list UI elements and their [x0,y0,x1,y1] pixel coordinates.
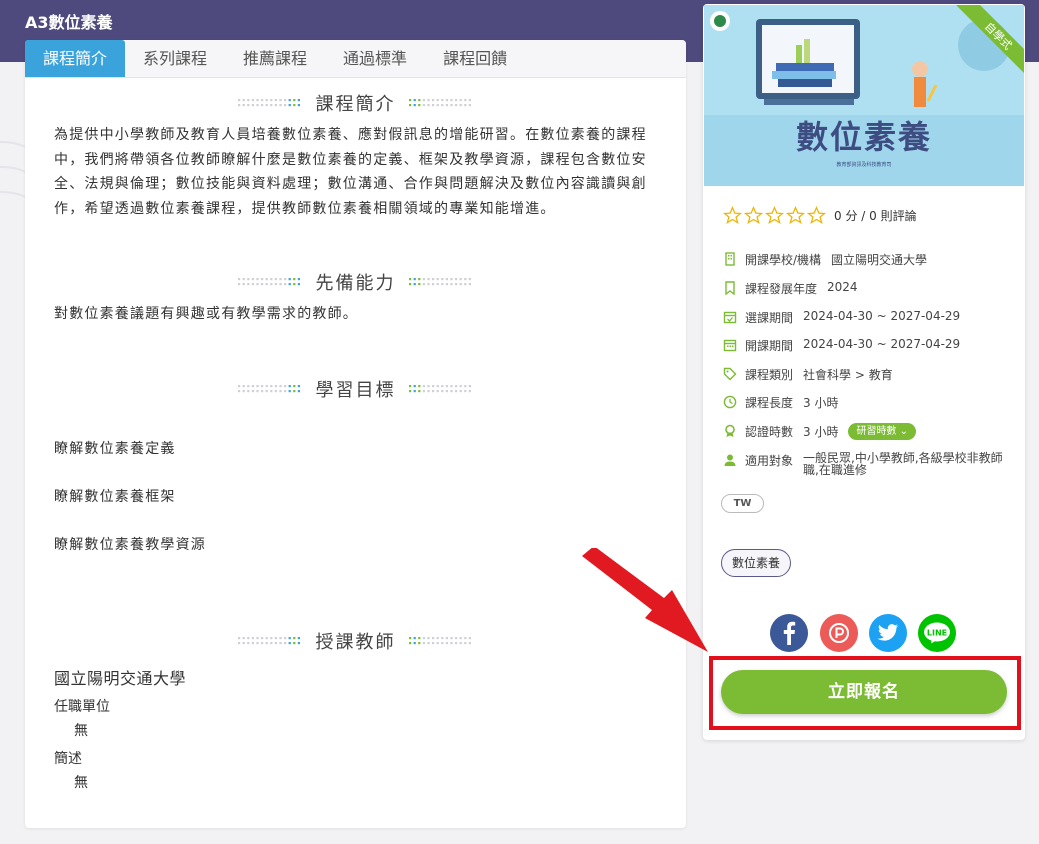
dots-right-icon [408,278,471,286]
pointer-arrow-icon [582,548,708,652]
banner-title: 數位素養 [796,118,932,156]
star-empty-icon[interactable] [765,206,784,225]
tag-icon [723,367,737,381]
info-institution: 開課學校/機構 國立陽明交通大學 [723,251,927,268]
info-value: 2024-04-30 ~ 2027-04-29 [803,309,961,323]
clock-icon [723,395,737,409]
enroll-highlight-box: 立即報名 [709,656,1021,730]
rating-stars: 0 分 / 0 則評論 [723,206,917,225]
instructor-name: 國立陽明交通大學 [54,669,187,688]
star-empty-icon[interactable] [807,206,826,225]
course-tag-pill[interactable]: 數位素養 [721,549,792,577]
plurk-icon[interactable] [820,614,858,652]
line-logo-text: LINE [927,629,947,638]
info-key: 開課期間 [745,339,794,353]
bookmark-icon [725,281,735,295]
course-summary-card: 數位素養 教育部資訊及科技教育司 自學式 0 分 / 0 則評論 開課學校/機構… [703,4,1025,740]
chevron-down-icon: ⌄ [899,426,909,437]
calendar-icon [723,339,737,352]
info-audience: 適用對象 一般民眾,中小學教師,各級學校非教師職,在職進修 [723,452,1013,476]
badge-label: 研習時數 [856,426,897,437]
tab-series[interactable]: 系列課程 [125,40,225,77]
calendar-check-icon [723,311,737,324]
user-icon [724,454,736,466]
info-value: 2024-04-30 ~ 2027-04-29 [803,337,961,351]
info-value: 一般民眾,中小學教師,各級學校非教師職,在職進修 [803,451,1003,477]
prereq-text: 對數位素養議題有興趣或有教學需求的教師。 [54,306,358,322]
line-icon[interactable]: LINE [918,614,956,652]
dots-left-icon [238,385,301,393]
banner-subtitle: 教育部資訊及科技教育司 [836,161,891,168]
tab-feedback[interactable]: 課程回饋 [425,40,525,77]
info-category: 課程類別 社會科學 > 教育 [723,366,893,383]
info-value: 社會科學 > 教育 [803,368,893,382]
rating-text: 0 分 / 0 則評論 [834,209,917,223]
info-year: 課程發展年度 2024 [723,280,858,297]
course-detail-card: 課程簡介 系列課程 推薦課程 通過標準 課程回饋 課程簡介 為提供中小學教師及教… [25,40,686,828]
facebook-icon[interactable] [770,614,808,652]
star-empty-icon[interactable] [786,206,805,225]
info-course-period: 開課期間 2024-04-30 ~ 2027-04-29 [723,337,960,354]
instructor-bio-label: 簡述 [54,751,82,767]
dots-left-icon [238,637,301,645]
section-title: 先備能力 [315,273,396,294]
building-icon [725,252,735,266]
dots-right-icon [408,99,471,107]
info-key: 課程長度 [745,396,794,410]
region-pill: TW [721,494,764,513]
star-empty-icon[interactable] [723,206,742,225]
section-heading-prereq: 先備能力 [25,269,686,294]
section-title: 授課教師 [315,632,396,653]
info-length: 課程長度 3 小時 [723,394,838,411]
goal-item: 瞭解數位素養框架 [54,489,176,505]
section-heading-intro: 課程簡介 [25,90,686,115]
info-key: 選課期間 [745,311,794,325]
tab-bar: 課程簡介 系列課程 推薦課程 通過標準 課程回饋 [25,40,686,78]
tab-intro[interactable]: 課程簡介 [25,40,126,77]
section-title: 學習目標 [315,380,396,401]
dots-right-icon [408,637,471,645]
instructor-unit-label: 任職單位 [54,699,110,715]
course-banner-image: 數位素養 教育部資訊及科技教育司 自學式 [704,5,1024,186]
enroll-now-button[interactable]: 立即報名 [721,670,1007,714]
twitter-icon[interactable] [869,614,907,652]
award-icon [725,424,735,437]
goal-item: 瞭解數位素養定義 [54,441,176,457]
dots-left-icon [238,278,301,286]
info-key: 開課學校/機構 [745,253,822,267]
info-value: 3 小時 [803,396,839,410]
info-enroll-period: 選課期間 2024-04-30 ~ 2027-04-29 [723,309,960,326]
info-value: 2024 [827,280,858,294]
info-key: 課程類別 [745,368,794,382]
info-key: 課程發展年度 [745,282,818,296]
star-empty-icon[interactable] [744,206,763,225]
page-title: A3數位素養 [25,13,113,32]
info-key: 適用對象 [745,454,794,468]
info-value: 國立陽明交通大學 [831,253,928,267]
info-key: 認證時數 [745,425,794,439]
section-title: 課程簡介 [315,94,396,115]
instructor-bio-value: 無 [74,775,88,791]
intro-text: 為提供中小學教師及教育人員培養數位素養、應對假訊息的增能研習。在數位素養的課程中… [54,127,647,217]
section-heading-goals: 學習目標 [25,376,686,401]
study-hours-badge[interactable]: 研習時數 ⌄ [848,423,917,440]
dots-left-icon [238,99,301,107]
goal-item: 瞭解數位素養教學資源 [54,537,206,553]
instructor-unit-value: 無 [74,723,88,739]
dots-right-icon [408,385,471,393]
info-cert-hours: 認證時數 3 小時 研習時數 ⌄ [723,423,917,440]
tab-pass-criteria[interactable]: 通過標準 [325,40,425,77]
tab-recommended[interactable]: 推薦課程 [225,40,325,77]
info-value: 3 小時 [803,425,839,439]
